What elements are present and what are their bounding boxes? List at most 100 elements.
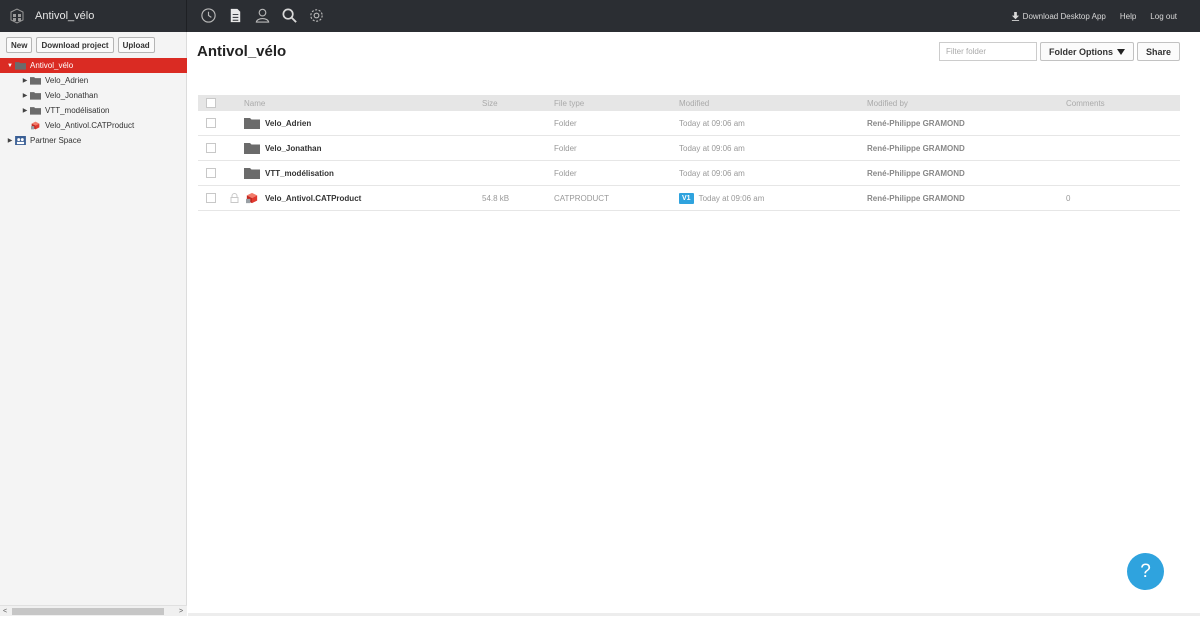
sidebar-horizontal-scrollbar[interactable]: < > — [0, 605, 187, 616]
row-name[interactable]: Velo_Antivol.CATProduct — [265, 194, 361, 203]
row-modified-cell: V1 Today at 09:06 am — [679, 192, 867, 204]
row-modified-cell: Today at 09:06 am — [679, 169, 867, 178]
table-body: Velo_Adrien Folder Today at 09:06 am René-P… — [198, 111, 1180, 211]
user-icon — [255, 8, 270, 23]
row-modified-cell: Today at 09:06 am — [679, 119, 867, 128]
top-bar: Antivol_vélo Download Desktop App Help L… — [0, 0, 1200, 32]
page-title: Antivol_vélo — [197, 43, 287, 60]
row-name-cell[interactable]: Velo_Jonathan — [244, 142, 482, 154]
tree-toggle-icon[interactable]: ▶ — [20, 77, 30, 84]
table-header: Name Size File type Modified Modified by… — [198, 95, 1180, 111]
history-button[interactable] — [199, 6, 218, 25]
column-header-comments[interactable]: Comments — [1066, 99, 1166, 108]
tree-item[interactable]: Velo_Antivol.CATProduct — [0, 118, 187, 133]
filter-folder-input[interactable] — [938, 42, 1037, 61]
folder-icon — [30, 107, 41, 115]
help-fab-button[interactable]: ? — [1127, 553, 1164, 590]
users-button[interactable] — [253, 6, 272, 25]
row-select-cell — [198, 168, 224, 178]
row-name-cell[interactable]: Velo_Antivol.CATProduct — [244, 192, 482, 204]
row-checkbox[interactable] — [206, 143, 216, 153]
help-link[interactable]: Help — [1120, 12, 1136, 21]
share-button[interactable]: Share — [1136, 42, 1180, 61]
tree-item[interactable]: ▶ Partner Space — [0, 133, 187, 148]
download-desktop-app-label: Download Desktop App — [1022, 11, 1106, 21]
row-file-type: Folder — [554, 118, 577, 128]
main-nav — [199, 6, 326, 25]
table-row[interactable]: Velo_Jonathan Folder Today at 09:06 am René… — [198, 136, 1180, 161]
row-select-cell — [198, 143, 224, 153]
catproduct-icon — [246, 192, 258, 204]
tree-item[interactable]: ▼ Antivol_vélo — [0, 58, 187, 73]
row-name-cell[interactable]: VTT_modélisation — [244, 167, 482, 179]
column-header-name[interactable]: Name — [244, 99, 482, 108]
tree-item-label: VTT_modélisation — [45, 106, 110, 115]
folder-options-label: Folder Options — [1048, 46, 1113, 57]
tree-item[interactable]: ▶ Velo_Adrien — [0, 73, 187, 88]
tree-toggle-icon[interactable]: ▶ — [20, 92, 30, 99]
tree-item-label: Antivol_vélo — [30, 61, 74, 70]
topbar-links: Download Desktop App Help Log out — [1011, 0, 1177, 32]
scroll-right-arrow[interactable]: > — [179, 606, 183, 617]
gear-icon — [310, 9, 323, 22]
row-comments: 0 — [1066, 193, 1071, 203]
lock-cell — [224, 193, 244, 203]
sidebar: New Download project Upload ▼ Antivol_vél… — [0, 32, 187, 616]
row-checkbox[interactable] — [206, 193, 216, 203]
download-project-button[interactable]: Download project — [36, 37, 114, 53]
column-header-modified[interactable]: Modified — [679, 99, 867, 108]
column-header-modified-by[interactable]: Modified by — [867, 99, 1066, 108]
catproduct-icon — [31, 121, 40, 130]
select-all-cell — [198, 98, 224, 108]
search-button[interactable] — [280, 6, 299, 25]
table-row[interactable]: Velo_Adrien Folder Today at 09:06 am René-P… — [198, 111, 1180, 136]
row-name[interactable]: Velo_Adrien — [265, 119, 311, 128]
folder-options-button[interactable]: Folder Options — [1039, 42, 1134, 61]
row-checkbox[interactable] — [206, 118, 216, 128]
brand[interactable]: Antivol_vélo — [0, 0, 187, 32]
row-modified-by: René-Philippe GRAMOND — [867, 193, 965, 203]
lock-icon[interactable] — [230, 193, 239, 203]
version-badge[interactable]: V1 — [679, 192, 694, 204]
row-modified-cell: Today at 09:06 am — [679, 144, 867, 153]
row-file-type: CATPRODUCT — [554, 193, 609, 203]
tree-item[interactable]: ▶ Velo_Jonathan — [0, 88, 187, 103]
folder-icon — [244, 143, 260, 154]
tree-toggle-icon[interactable]: ▼ — [5, 63, 15, 69]
folder-icon — [30, 77, 41, 85]
download-icon — [1011, 11, 1019, 21]
tree-toggle-icon[interactable]: ▶ — [20, 107, 30, 114]
table-row[interactable]: Velo_Antivol.CATProduct 54.8 kB CATPRODUCT… — [198, 186, 1180, 211]
tree-toggle-icon[interactable]: ▶ — [5, 137, 15, 144]
settings-button[interactable] — [307, 6, 326, 25]
column-header-file-type[interactable]: File type — [554, 99, 679, 108]
row-name-cell[interactable]: Velo_Adrien — [244, 117, 482, 129]
project-title: Antivol_vélo — [35, 10, 95, 22]
tree-item-label: Velo_Antivol.CATProduct — [45, 121, 135, 130]
download-desktop-app-link[interactable]: Download Desktop App — [1011, 11, 1106, 21]
folder-icon — [15, 62, 26, 70]
folder-icon — [244, 168, 260, 179]
row-select-cell — [198, 193, 224, 203]
upload-button[interactable]: Upload — [117, 37, 155, 53]
cube-grid-icon — [10, 8, 24, 24]
row-checkbox[interactable] — [206, 168, 216, 178]
main-content: Antivol_vélo Folder Options Share Name S… — [188, 32, 1200, 616]
row-modified: Today at 09:06 am — [679, 168, 745, 178]
scrollbar-thumb[interactable] — [12, 608, 164, 615]
select-all-checkbox[interactable] — [206, 98, 216, 108]
folder-toolbar: Folder Options Share — [938, 42, 1180, 61]
logout-link[interactable]: Log out — [1150, 12, 1177, 21]
folder-icon — [244, 118, 260, 129]
row-name[interactable]: VTT_modélisation — [265, 169, 334, 178]
row-modified-by: René-Philippe GRAMOND — [867, 168, 965, 178]
tree-item-label: Partner Space — [30, 136, 82, 145]
tree-item[interactable]: ▶ VTT_modélisation — [0, 103, 187, 118]
folder-tree: ▼ Antivol_vélo ▶ Velo_Adrien ▶ Velo_Jonathan ▶… — [0, 58, 187, 148]
row-name[interactable]: Velo_Jonathan — [265, 144, 321, 153]
documents-button[interactable] — [226, 6, 245, 25]
new-button[interactable]: New — [6, 37, 33, 53]
column-header-size[interactable]: Size — [482, 99, 554, 108]
scroll-left-arrow[interactable]: < — [3, 606, 7, 617]
table-row[interactable]: VTT_modélisation Folder Today at 09:06 am R… — [198, 161, 1180, 186]
